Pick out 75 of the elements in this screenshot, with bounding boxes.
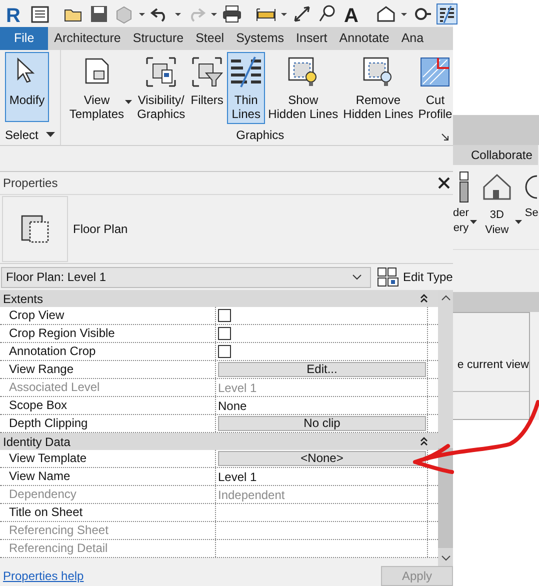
- value-button[interactable]: <None>: [218, 451, 426, 466]
- ribbon-button[interactable]: Modify: [5, 52, 49, 122]
- block-icon: [458, 171, 469, 203]
- dropdown-arrow-icon[interactable]: [125, 99, 132, 105]
- ribbon-button[interactable]: Remove Hidden Lines: [341, 52, 416, 124]
- ribbon-button[interactable]: Filters: [188, 52, 226, 124]
- panel-title[interactable]: Select: [5, 124, 56, 145]
- ribbon-tab[interactable]: Insert: [290, 27, 334, 50]
- property-value: None: [218, 398, 247, 412]
- collapse-icon[interactable]: [420, 294, 428, 303]
- ribbon-tab[interactable]: Collaborate: [453, 145, 538, 165]
- property-name: Referencing Sheet: [0, 522, 216, 539]
- scroll-down-icon[interactable]: [440, 554, 450, 562]
- dialog-text: e current view: [456, 358, 529, 373]
- dropdown-arrow-icon[interactable]: [514, 219, 522, 225]
- property-name: Referencing Detail: [0, 540, 216, 557]
- property-name: Title on Sheet: [0, 504, 216, 521]
- hatched-square-icon: [418, 55, 452, 89]
- filter-icon: [190, 55, 224, 89]
- property-value: Independent: [218, 488, 285, 502]
- thin-lines-icon[interactable]: [436, 2, 458, 24]
- visibility-icon: [144, 55, 178, 89]
- ribbon-button[interactable]: Visibility/ Graphics: [135, 52, 188, 124]
- ribbon-tab[interactable]: Ana: [395, 27, 430, 50]
- checkbox[interactable]: [218, 327, 231, 340]
- type-name: Floor Plan: [73, 222, 128, 236]
- group-header[interactable]: Extents: [0, 290, 438, 307]
- property-name: View Range: [0, 361, 216, 378]
- property-name: Associated Level: [0, 379, 216, 396]
- ribbon-tab[interactable]: Systems: [230, 27, 290, 50]
- scroll-up-icon[interactable]: [440, 294, 450, 302]
- ribbon-tab[interactable]: Structure: [126, 27, 190, 50]
- dropdown-arrow-icon[interactable]: [46, 132, 56, 138]
- edit-type-icon: [377, 267, 399, 287]
- ribbon-button[interactable]: Show Hidden Lines: [266, 52, 340, 124]
- panel-title: Graphics: [67, 124, 453, 145]
- group-header[interactable]: Identity Data: [0, 433, 438, 450]
- ribbon-button[interactable]: Cut Profile: [416, 52, 453, 124]
- ribbon-tab[interactable]: Annotate: [333, 27, 396, 50]
- property-name: Crop Region Visible: [0, 325, 216, 342]
- palette-title: Properties: [3, 176, 58, 190]
- property-name: Scope Box: [0, 397, 216, 414]
- revit-logo-icon[interactable]: R: [4, 2, 26, 24]
- dropdown-arrow-icon[interactable]: [470, 219, 477, 225]
- ribbon-button[interactable]: Se: [524, 171, 538, 221]
- property-name: Annotation Crop: [0, 343, 216, 360]
- edit-type-button[interactable]: Edit Type: [377, 267, 453, 287]
- scrollbar[interactable]: [438, 290, 453, 566]
- close-icon[interactable]: [438, 177, 450, 189]
- value-button[interactable]: No clip: [218, 416, 426, 431]
- property-name: Depth Clipping: [0, 415, 216, 432]
- ribbon-button[interactable]: der ery: [453, 171, 477, 236]
- help-link[interactable]: Properties help: [3, 569, 84, 583]
- thin-lines-icon: [229, 55, 264, 89]
- checkbox[interactable]: [218, 345, 231, 358]
- text-icon[interactable]: A: [341, 2, 363, 24]
- print-icon[interactable]: [221, 2, 243, 24]
- property-name: View Template: [0, 450, 216, 467]
- ribbon-button[interactable]: View Templates: [67, 52, 134, 124]
- checkbox[interactable]: [218, 309, 231, 322]
- property-name: Crop View: [0, 307, 216, 324]
- launcher-icon[interactable]: [441, 133, 449, 141]
- property-value: Level 1: [218, 380, 257, 394]
- collapse-icon[interactable]: [420, 437, 428, 446]
- ribbon-button[interactable]: Thin Lines: [227, 52, 266, 124]
- property-name: View Name: [0, 468, 216, 485]
- property-name: Dependency: [0, 486, 216, 503]
- ribbon-tab[interactable]: Architecture: [48, 27, 127, 50]
- property-value: Level 1: [218, 470, 257, 484]
- value-button[interactable]: Edit...: [218, 362, 426, 377]
- ribbon-button[interactable]: 3D View: [480, 171, 522, 238]
- ribbon-tab[interactable]: File: [0, 27, 48, 50]
- view-selector[interactable]: Floor Plan: Level 1: [1, 266, 371, 288]
- chevron-down-icon[interactable]: [352, 274, 362, 280]
- ribbon-tab[interactable]: Steel: [190, 27, 230, 50]
